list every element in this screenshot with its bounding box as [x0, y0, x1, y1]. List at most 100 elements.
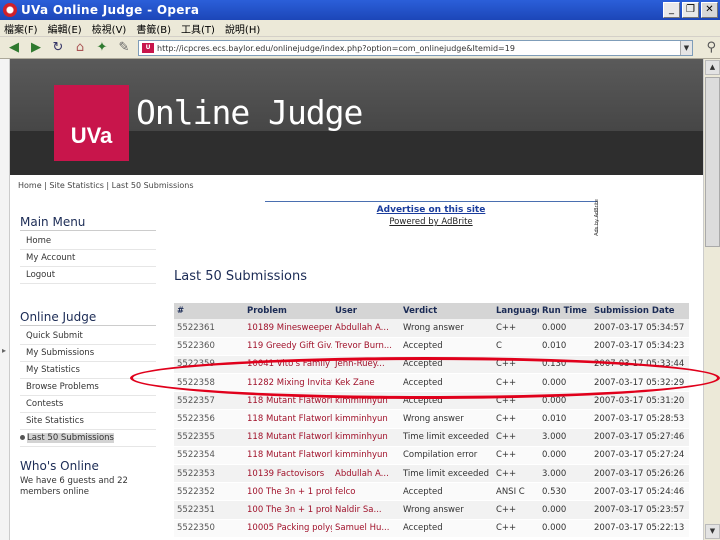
back-icon[interactable]: ◀ — [6, 40, 22, 56]
problem-title[interactable]: Greedy Gift Giv... — [266, 341, 332, 351]
cell-problem[interactable]: 10139 Factovisors — [244, 464, 332, 484]
problem-title[interactable]: Vito's Family — [277, 359, 330, 369]
cell-user[interactable]: Samuel Hu... — [332, 519, 400, 538]
home-icon[interactable]: ⌂ — [72, 40, 88, 56]
cell-language: C++ — [493, 428, 539, 447]
cell-problem[interactable]: 10189 Minesweeper — [244, 319, 332, 338]
ad-side-label[interactable]: Ads by AdBrite — [594, 199, 600, 236]
table-header-row: # Problem User Verdict Language Run Time… — [174, 303, 689, 319]
problem-title[interactable]: Mutant Flatworl... — [266, 396, 332, 406]
cell-problem[interactable]: 119 Greedy Gift Giv... — [244, 337, 332, 356]
sidebar-item-my-submissions[interactable]: My Submissions — [20, 345, 156, 362]
problem-title[interactable]: Mutant Flatworl... — [266, 414, 332, 424]
sidebar-item-home[interactable]: Home — [20, 233, 156, 250]
tools-icon[interactable]: ✎ — [116, 40, 132, 56]
table-row: 552235811282 Mixing Invitati...Kek ZaneA… — [174, 373, 689, 393]
cell-problem[interactable]: 10005 Packing polygon... — [244, 519, 332, 538]
cell-language: C++ — [493, 500, 539, 520]
problem-title[interactable]: Packing polygon... — [277, 523, 332, 533]
cell-problem[interactable]: 118 Mutant Flatworl... — [244, 391, 332, 411]
problem-title[interactable]: Minesweeper — [277, 323, 332, 333]
sidebar-item-site-statistics[interactable]: Site Statistics — [20, 413, 156, 430]
menu-bookmarks[interactable]: 書籤(B) — [136, 21, 171, 36]
cell-user[interactable]: Naldir Sa... — [332, 500, 400, 520]
problem-number[interactable]: 11282 — [247, 378, 274, 388]
problem-title[interactable]: Factovisors — [277, 469, 324, 479]
cell-user[interactable]: Kek Zane — [332, 373, 400, 393]
cell-verdict: Wrong answer — [400, 500, 493, 520]
cell-user[interactable]: Abdullah A... — [332, 464, 400, 484]
close-button[interactable]: ✕ — [701, 2, 718, 18]
sidebar-item-my-account[interactable]: My Account — [20, 250, 156, 267]
sidebar-item-logout[interactable]: Logout — [20, 267, 156, 284]
problem-number[interactable]: 118 — [247, 450, 263, 460]
forward-icon[interactable]: ▶ — [28, 40, 44, 56]
scroll-down-icon[interactable]: ▼ — [705, 524, 720, 539]
sidebar-item-my-statistics[interactable]: My Statistics — [20, 362, 156, 379]
problem-number[interactable]: 118 — [247, 396, 263, 406]
ad-powered-link[interactable]: Powered by AdBrite — [265, 217, 597, 227]
breadcrumb[interactable]: Home | Site Statistics | Last 50 Submiss… — [18, 181, 194, 190]
cell-id: 5522353 — [174, 464, 244, 484]
menu-edit[interactable]: 編輯(E) — [48, 21, 82, 36]
problem-number[interactable]: 10189 — [247, 323, 274, 333]
sidebar-item-contests[interactable]: Contests — [20, 396, 156, 413]
cell-date: 2007-03-17 05:22:13 — [591, 519, 689, 538]
problem-number[interactable]: 10041 — [247, 359, 274, 369]
problem-title[interactable]: Mutant Flatworl... — [266, 450, 332, 460]
cell-user[interactable]: kimminhyun — [332, 391, 400, 411]
cell-verdict: Compilation error — [400, 446, 493, 466]
cell-user[interactable]: kimminhyun — [332, 409, 400, 429]
reload-icon[interactable]: ↻ — [50, 40, 66, 56]
ad-banner[interactable]: Advertise on this site Powered by AdBrit… — [265, 201, 598, 233]
table-row: 5522351100 The 3n + 1 prob...Naldir Sa..… — [174, 500, 689, 520]
panel-gutter[interactable]: ▸ — [0, 59, 10, 540]
ad-title-link[interactable]: Advertise on this site — [265, 205, 597, 215]
panel-toggle-icon[interactable]: ▸ — [2, 346, 6, 355]
vertical-scrollbar[interactable]: ▲ ▼ — [703, 59, 720, 540]
sidebar-item-browse-problems[interactable]: Browse Problems — [20, 379, 156, 396]
sidebar-item-quick-submit[interactable]: Quick Submit — [20, 328, 156, 345]
window-titlebar: O UVa Online Judge - Opera _ ❐ ✕ — [0, 0, 720, 20]
browser-toolbar: ◀ ▶ ↻ ⌂ ✦ ✎ U http://icpcres.ecs.baylor.… — [0, 37, 720, 59]
problem-number[interactable]: 119 — [247, 341, 263, 351]
menu-file[interactable]: 檔案(F) — [4, 21, 38, 36]
problem-number[interactable]: 100 — [247, 505, 263, 515]
problem-title[interactable]: The 3n + 1 prob... — [266, 505, 332, 515]
minimize-button[interactable]: _ — [663, 2, 680, 18]
problem-number[interactable]: 10139 — [247, 469, 274, 479]
cell-problem[interactable]: 100 The 3n + 1 prob... — [244, 482, 332, 502]
cell-user[interactable]: felco — [332, 482, 400, 502]
address-bar[interactable]: U http://icpcres.ecs.baylor.edu/onlineju… — [138, 40, 693, 56]
wand-icon[interactable]: ✦ — [94, 40, 110, 56]
menu-help[interactable]: 說明(H) — [225, 21, 260, 36]
scroll-up-icon[interactable]: ▲ — [705, 60, 720, 75]
cell-problem[interactable]: 118 Mutant Flatworl... — [244, 409, 332, 429]
cell-verdict: Accepted — [400, 519, 493, 538]
cell-problem[interactable]: 118 Mutant Flatworl... — [244, 428, 332, 447]
cell-problem[interactable]: 100 The 3n + 1 prob... — [244, 500, 332, 520]
menu-view[interactable]: 檢視(V) — [92, 21, 127, 36]
uva-logo[interactable]: UVa — [54, 85, 129, 161]
scroll-thumb[interactable] — [705, 77, 720, 247]
cell-problem[interactable]: 118 Mutant Flatworl... — [244, 446, 332, 466]
problem-number[interactable]: 118 — [247, 414, 263, 424]
problem-number[interactable]: 118 — [247, 432, 263, 442]
problem-title[interactable]: Mixing Invitati... — [277, 378, 332, 388]
menu-tools[interactable]: 工具(T) — [181, 21, 215, 36]
cell-problem[interactable]: 11282 Mixing Invitati... — [244, 373, 332, 393]
search-icon[interactable]: ⚲ — [706, 40, 716, 55]
cell-user[interactable]: Abdullah A... — [332, 319, 400, 338]
problem-title[interactable]: Mutant Flatworl... — [266, 432, 332, 442]
problem-number[interactable]: 100 — [247, 487, 263, 497]
cell-user[interactable]: Jehn-Ruey... — [332, 355, 400, 375]
cell-problem[interactable]: 10041 Vito's Family — [244, 355, 332, 375]
sidebar-item-last-50-submissions[interactable]: Last 50 Submissions — [20, 430, 156, 447]
cell-user[interactable]: kimminhyun — [332, 446, 400, 466]
problem-number[interactable]: 10005 — [247, 523, 274, 533]
maximize-button[interactable]: ❐ — [682, 2, 699, 18]
cell-user[interactable]: Trevor Burn... — [332, 337, 400, 356]
problem-title[interactable]: The 3n + 1 prob... — [266, 487, 332, 497]
cell-user[interactable]: kimminhyun — [332, 428, 400, 447]
address-dropdown-icon[interactable]: ▼ — [680, 41, 692, 55]
